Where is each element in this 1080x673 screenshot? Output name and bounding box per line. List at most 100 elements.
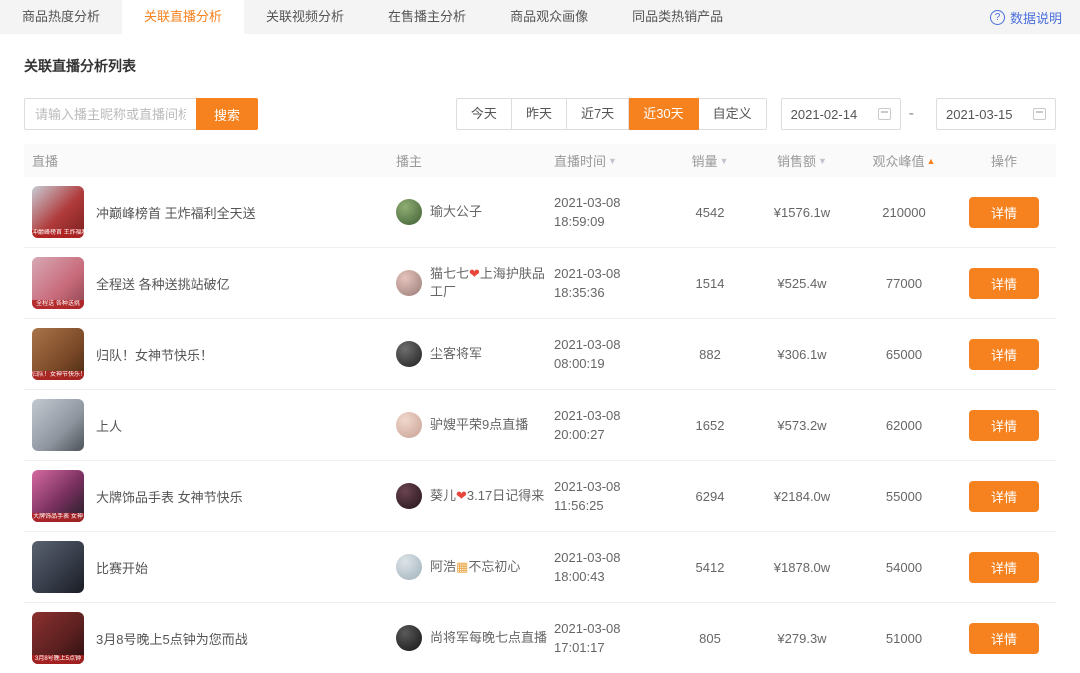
tab-related-video[interactable]: 关联视频分析 — [244, 0, 366, 34]
column-header-revenue[interactable]: 销售额▼ — [777, 151, 827, 170]
sales-cell: 1652 — [672, 418, 748, 433]
live-analysis-table: 直播 播主 直播时间▼ 销量▼ 销售额▼ 观众峰值▲ 操作 冲巅峰榜首 王炸福利… — [24, 144, 1056, 673]
thumbnail-caption: 全程送 各种送挑 — [32, 300, 84, 309]
column-header-streamer: 播主 — [396, 151, 554, 170]
detail-button[interactable]: 详情 — [969, 623, 1039, 654]
date-filters: 今天 昨天 近7天 近30天 自定义 2021-02-14 - 2021-03-… — [456, 98, 1056, 130]
revenue-cell: ¥2184.0w — [748, 489, 856, 504]
live-thumbnail[interactable] — [32, 541, 84, 593]
column-header-live-time[interactable]: 直播时间▼ — [554, 151, 617, 170]
peak-viewers-cell: 77000 — [856, 276, 952, 291]
detail-button[interactable]: 详情 — [969, 481, 1039, 512]
thumbnail-caption: 冲巅峰榜首 王炸福利 — [32, 229, 84, 238]
thumbnail-caption: 3月8号晚上5点钟 — [32, 655, 84, 664]
column-header-sales[interactable]: 销量▼ — [692, 151, 729, 170]
streamer-avatar[interactable] — [396, 625, 422, 651]
thumbnail-caption: 大牌饰品手表 女神 — [32, 513, 84, 522]
thumbnail-caption: 归队！女神节快乐！ — [32, 371, 84, 380]
peak-viewers-cell: 51000 — [856, 631, 952, 646]
help-label: 数据说明 — [1010, 8, 1062, 27]
live-title: 上人 — [96, 416, 122, 435]
table-row: 比赛开始 阿浩▦不忘初心 2021-03-0818:00:43 5412 ¥18… — [24, 532, 1056, 603]
peak-viewers-cell: 65000 — [856, 347, 952, 362]
sales-cell: 5412 — [672, 560, 748, 575]
sort-asc-icon: ▲ — [927, 156, 936, 166]
live-title: 大牌饰品手表 女神节快乐 — [96, 487, 243, 506]
streamer-avatar[interactable] — [396, 199, 422, 225]
streamer-avatar[interactable] — [396, 412, 422, 438]
sales-cell: 4542 — [672, 205, 748, 220]
table-row: 上人 驴嫂平荣9点直播 2021-03-0820:00:27 1652 ¥573… — [24, 390, 1056, 461]
peak-viewers-cell: 55000 — [856, 489, 952, 504]
table-row: 3月8号晚上5点钟 3月8号晚上5点钟为您而战 尚将军每晚七点直播 2021-0… — [24, 603, 1056, 673]
detail-button[interactable]: 详情 — [969, 268, 1039, 299]
range-today-button[interactable]: 今天 — [456, 98, 512, 130]
end-date-input[interactable]: 2021-03-15 — [936, 98, 1056, 130]
question-circle-icon: ? — [990, 10, 1005, 25]
detail-button[interactable]: 详情 — [969, 339, 1039, 370]
search-button[interactable]: 搜索 — [196, 98, 258, 130]
detail-button[interactable]: 详情 — [969, 552, 1039, 583]
end-date-value: 2021-03-15 — [946, 107, 1013, 122]
tab-onsale-streamer[interactable]: 在售播主分析 — [366, 0, 488, 34]
revenue-cell: ¥1576.1w — [748, 205, 856, 220]
detail-button[interactable]: 详情 — [969, 410, 1039, 441]
peak-viewers-cell: 54000 — [856, 560, 952, 575]
sales-cell: 6294 — [672, 489, 748, 504]
live-thumbnail[interactable]: 3月8号晚上5点钟 — [32, 612, 84, 664]
data-help-link[interactable]: ? 数据说明 — [990, 0, 1062, 34]
search-box: 搜索 — [24, 98, 258, 130]
sort-desc-icon: ▼ — [720, 156, 729, 166]
quick-range-group: 今天 昨天 近7天 近30天 自定义 — [456, 98, 767, 130]
page-title: 关联直播分析列表 — [24, 34, 1056, 76]
live-title: 3月8号晚上5点钟为您而战 — [96, 629, 248, 648]
sales-cell: 1514 — [672, 276, 748, 291]
tab-same-category-hot[interactable]: 同品类热销产品 — [610, 0, 745, 34]
search-input[interactable] — [24, 98, 196, 130]
streamer-name: 尘客将军 — [430, 345, 482, 363]
streamer-avatar[interactable] — [396, 554, 422, 580]
streamer-name: 尚将军每晚七点直播 — [430, 629, 547, 647]
table-row: 冲巅峰榜首 王炸福利 冲巅峰榜首 王炸福利全天送 瑜大公子 2021-03-08… — [24, 177, 1056, 248]
peak-viewers-cell: 62000 — [856, 418, 952, 433]
sales-cell: 805 — [672, 631, 748, 646]
live-time-cell: 2021-03-0808:00:19 — [554, 335, 672, 373]
streamer-name: 瑜大公子 — [430, 203, 482, 221]
peak-viewers-cell: 210000 — [856, 205, 952, 220]
streamer-name: 驴嫂平荣9点直播 — [430, 416, 528, 434]
column-header-peak-viewers[interactable]: 观众峰值▲ — [873, 151, 936, 170]
live-time-cell: 2021-03-0818:00:43 — [554, 548, 672, 586]
live-thumbnail[interactable]: 全程送 各种送挑 — [32, 257, 84, 309]
live-time-cell: 2021-03-0820:00:27 — [554, 406, 672, 444]
live-title: 冲巅峰榜首 王炸福利全天送 — [96, 203, 256, 222]
revenue-cell: ¥1878.0w — [748, 560, 856, 575]
streamer-avatar[interactable] — [396, 483, 422, 509]
live-thumbnail[interactable] — [32, 399, 84, 451]
sort-desc-icon: ▼ — [818, 156, 827, 166]
tab-product-heat[interactable]: 商品热度分析 — [0, 0, 122, 34]
start-date-input[interactable]: 2021-02-14 — [781, 98, 901, 130]
range-7days-button[interactable]: 近7天 — [567, 98, 629, 130]
streamer-name: 葵儿❤3.17日记得来 — [430, 487, 544, 505]
streamer-avatar[interactable] — [396, 341, 422, 367]
live-time-cell: 2021-03-0817:01:17 — [554, 619, 672, 657]
streamer-name: 阿浩▦不忘初心 — [430, 558, 520, 576]
revenue-cell: ¥279.3w — [748, 631, 856, 646]
detail-button[interactable]: 详情 — [969, 197, 1039, 228]
tab-product-audience[interactable]: 商品观众画像 — [488, 0, 610, 34]
streamer-name: 猫七七❤上海护肤品工厂 — [430, 265, 554, 301]
range-custom-button[interactable]: 自定义 — [699, 98, 767, 130]
live-thumbnail[interactable]: 归队！女神节快乐！ — [32, 328, 84, 380]
live-time-cell: 2021-03-0818:35:36 — [554, 264, 672, 302]
range-yesterday-button[interactable]: 昨天 — [512, 98, 567, 130]
live-thumbnail[interactable]: 大牌饰品手表 女神 — [32, 470, 84, 522]
range-30days-button[interactable]: 近30天 — [629, 98, 698, 130]
calendar-icon — [1033, 108, 1046, 120]
date-range-separator: - — [909, 105, 914, 123]
revenue-cell: ¥525.4w — [748, 276, 856, 291]
table-row: 全程送 各种送挑 全程送 各种送挑站破亿 猫七七❤上海护肤品工厂 2021-03… — [24, 248, 1056, 319]
tab-related-live[interactable]: 关联直播分析 — [122, 0, 244, 34]
live-thumbnail[interactable]: 冲巅峰榜首 王炸福利 — [32, 186, 84, 238]
table-row: 大牌饰品手表 女神 大牌饰品手表 女神节快乐 葵儿❤3.17日记得来 2021-… — [24, 461, 1056, 532]
streamer-avatar[interactable] — [396, 270, 422, 296]
